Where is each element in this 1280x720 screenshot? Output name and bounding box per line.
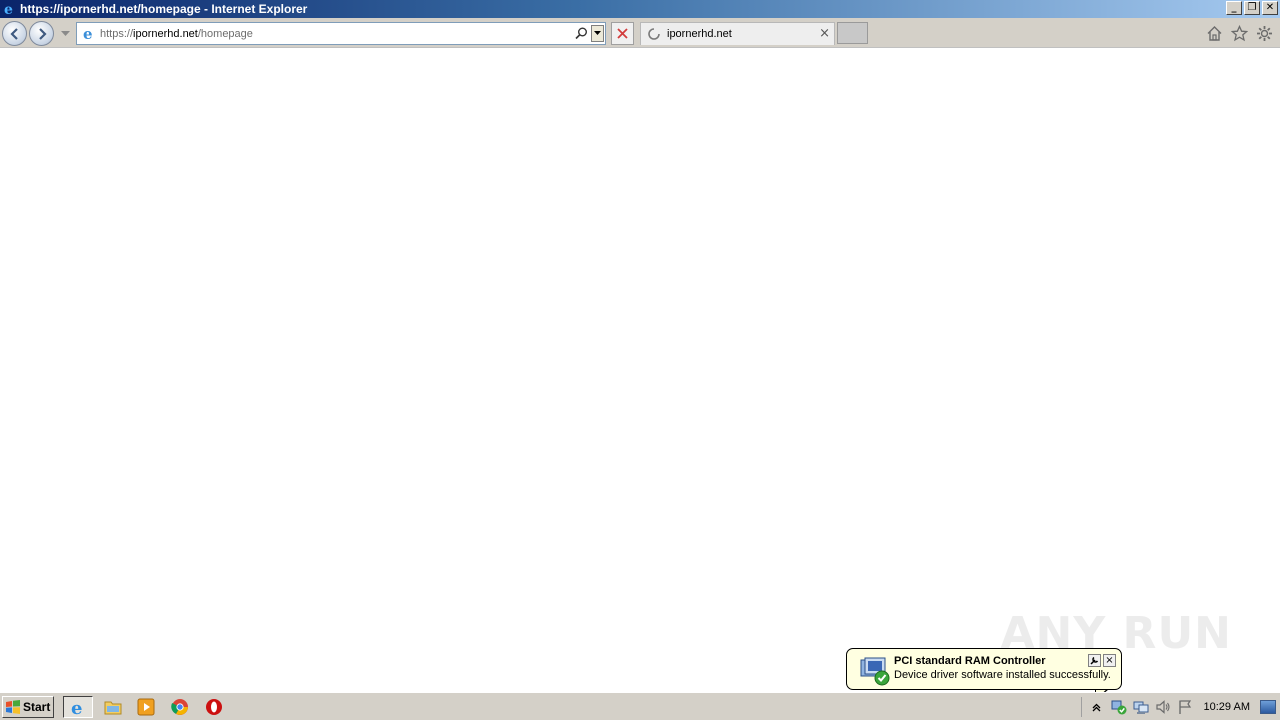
device-installed-icon bbox=[860, 657, 890, 686]
show-desktop-button[interactable] bbox=[1260, 700, 1276, 714]
recent-pages-dropdown[interactable] bbox=[59, 28, 71, 40]
folder-icon bbox=[104, 701, 122, 715]
chevron-down-icon bbox=[60, 31, 70, 36]
svg-text:e: e bbox=[4, 2, 13, 16]
taskbar-chrome[interactable] bbox=[165, 696, 195, 718]
notification-title: PCI standard RAM Controller bbox=[894, 655, 1046, 667]
back-button[interactable] bbox=[2, 21, 27, 46]
browser-tab[interactable]: ipornerhd.net × bbox=[640, 22, 835, 45]
url-host: ipornerhd.net bbox=[133, 27, 198, 40]
svg-text:e: e bbox=[71, 698, 82, 716]
page-favicon-icon: e bbox=[80, 25, 98, 43]
stop-x-icon bbox=[617, 28, 628, 39]
chrome-icon bbox=[171, 699, 188, 715]
tab-close-button[interactable]: × bbox=[819, 26, 830, 41]
chevron-up-icon bbox=[1092, 703, 1101, 711]
home-icon[interactable] bbox=[1205, 24, 1224, 43]
address-dropdown-button[interactable] bbox=[591, 25, 604, 42]
navigation-bar: e https://ipornerhd.net/homepage iporner… bbox=[0, 18, 1280, 48]
taskbar-media-player[interactable] bbox=[131, 696, 161, 718]
restore-button[interactable]: ❐ bbox=[1244, 1, 1260, 15]
media-player-icon bbox=[137, 698, 155, 716]
svg-text:e: e bbox=[83, 26, 93, 41]
toolbar-icons bbox=[1205, 24, 1274, 43]
close-button[interactable]: ✕ bbox=[1262, 1, 1278, 15]
driver-notification-balloon[interactable]: PCI standard RAM Controller Device drive… bbox=[846, 648, 1122, 690]
taskbar-opera[interactable] bbox=[199, 696, 229, 718]
search-icon[interactable] bbox=[573, 25, 589, 41]
page-content[interactable] bbox=[0, 48, 1280, 692]
start-button[interactable]: Start bbox=[2, 696, 54, 718]
taskbar-windows-explorer[interactable] bbox=[98, 696, 128, 718]
address-url[interactable]: https://ipornerhd.net/homepage bbox=[100, 28, 253, 40]
loading-spinner-icon bbox=[648, 28, 660, 40]
stop-button[interactable] bbox=[611, 22, 634, 45]
url-scheme: https:// bbox=[100, 27, 134, 40]
device-install-tray-icon[interactable] bbox=[1108, 697, 1130, 717]
opera-icon bbox=[206, 699, 222, 715]
notification-options-button[interactable] bbox=[1088, 654, 1101, 667]
flag-icon bbox=[1178, 700, 1191, 714]
window-controls: _ ❐ ✕ bbox=[1226, 1, 1278, 15]
minimize-button[interactable]: _ bbox=[1226, 1, 1242, 15]
wrench-icon bbox=[1090, 656, 1099, 665]
volume-tray-icon[interactable] bbox=[1152, 697, 1174, 717]
back-arrow-icon bbox=[9, 27, 18, 40]
show-hidden-icons-button[interactable] bbox=[1086, 697, 1108, 717]
url-path: /homepage bbox=[197, 27, 253, 40]
notification-message: Device driver software installed success… bbox=[894, 669, 1111, 681]
network-tray-icon[interactable] bbox=[1130, 697, 1152, 717]
internet-explorer-icon: e bbox=[71, 698, 82, 716]
ie-logo-icon: e bbox=[2, 1, 18, 17]
tray-separator bbox=[1080, 697, 1082, 717]
taskbar-internet-explorer[interactable]: e bbox=[63, 696, 93, 718]
tab-title: ipornerhd.net bbox=[667, 28, 732, 40]
green-check-icon bbox=[1111, 700, 1127, 715]
system-clock[interactable]: 10:29 AM bbox=[1204, 701, 1250, 713]
title-bar: e https://ipornerhd.net/homepage - Inter… bbox=[0, 0, 1280, 18]
chevron-down-icon bbox=[594, 31, 601, 35]
notification-close-button[interactable]: × bbox=[1103, 654, 1116, 667]
favorites-star-icon[interactable] bbox=[1230, 24, 1249, 43]
forward-arrow-icon bbox=[38, 27, 47, 40]
system-tray: 10:29 AM bbox=[1077, 695, 1280, 719]
gear-icon[interactable] bbox=[1255, 24, 1274, 43]
new-tab-button[interactable] bbox=[837, 22, 868, 44]
windows-flag-icon bbox=[6, 700, 20, 714]
network-icon bbox=[1133, 701, 1149, 714]
speaker-icon bbox=[1155, 700, 1170, 714]
forward-button[interactable] bbox=[29, 21, 54, 46]
action-center-tray-icon[interactable] bbox=[1174, 697, 1196, 717]
taskbar: Start e 10:29 AM bbox=[0, 692, 1280, 720]
address-bar[interactable]: e https://ipornerhd.net/homepage bbox=[76, 22, 606, 45]
window-title: https://ipornerhd.net/homepage - Interne… bbox=[20, 2, 308, 16]
start-label: Start bbox=[23, 700, 51, 714]
